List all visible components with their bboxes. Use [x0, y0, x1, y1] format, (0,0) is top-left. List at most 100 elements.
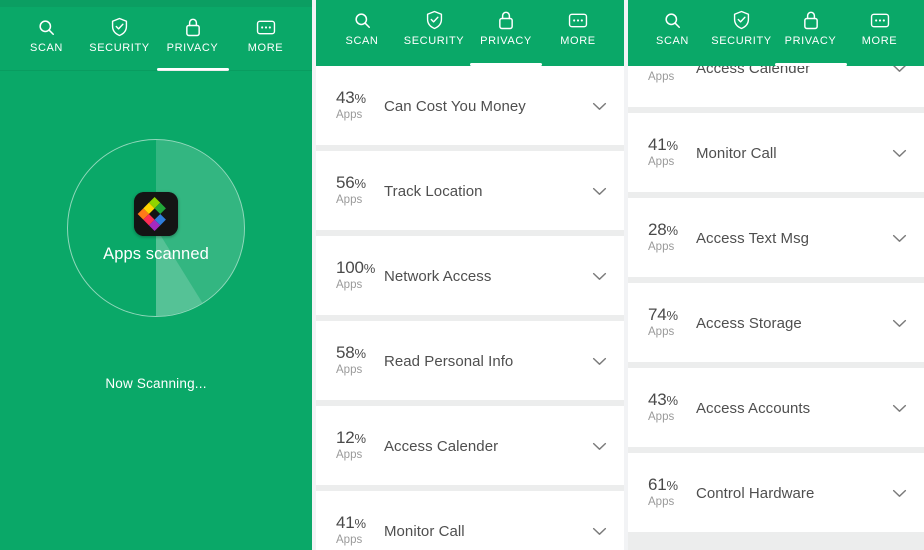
permission-card[interactable]: 43% Apps Access Accounts [628, 368, 924, 447]
tab-scan-label: SCAN [30, 42, 63, 54]
tab-more[interactable]: MORE [845, 9, 914, 66]
permission-card[interactable]: 28% Apps Access Text Msg [628, 198, 924, 277]
permission-title: Monitor Call [384, 523, 465, 540]
tab-bar-1: SCAN SECURITY PRIVACY MORE [0, 7, 312, 71]
percent-block: 74% Apps [628, 306, 694, 339]
permission-card[interactable]: 12% Apps Access Calender [628, 66, 924, 107]
tab-security[interactable]: SECURITY [83, 16, 156, 71]
permission-title: Network Access [384, 268, 492, 285]
percent-value: 28% [648, 220, 678, 240]
chevron-down-icon[interactable] [588, 185, 610, 196]
tab-privacy[interactable]: PRIVACY [470, 9, 542, 66]
tab-privacy-label: PRIVACY [480, 35, 532, 47]
chevron-down-icon[interactable] [588, 270, 610, 281]
screen-permission-list: SCAN SECURITY PRIVACY MORE 43% Apps Can … [316, 0, 624, 550]
percent-unit-label: Apps [336, 449, 363, 462]
permission-card[interactable]: 100% Apps Network Access [316, 236, 624, 315]
percent-value: 43% [648, 390, 678, 410]
permission-card[interactable]: 41% Apps Monitor Call [628, 113, 924, 192]
percent-unit-label: Apps [648, 156, 675, 169]
percent-unit-label: Apps [336, 109, 363, 122]
tab-scan-label: SCAN [345, 35, 379, 47]
tab-security[interactable]: SECURITY [707, 9, 776, 66]
tab-more[interactable]: MORE [229, 16, 302, 71]
dial-label: Apps scanned [103, 245, 209, 263]
permission-card[interactable]: 41% Apps Monitor Call [316, 491, 624, 550]
chevron-down-icon[interactable] [888, 317, 910, 328]
more-dots-icon [256, 16, 276, 38]
percent-value: 12% [648, 66, 678, 68]
scan-progress-dial: Apps scanned [67, 139, 245, 317]
tab-security-label: SECURITY [403, 35, 465, 47]
percent-unit-label: Apps [648, 496, 675, 509]
permission-card-list[interactable]: 12%AppsAccess Calender41%AppsMonitor Cal… [628, 66, 924, 550]
chevron-down-icon[interactable] [888, 487, 910, 498]
lock-icon [802, 9, 820, 31]
tab-scan[interactable]: SCAN [10, 16, 83, 71]
shield-check-icon [425, 9, 444, 31]
percent-block: 100% Apps [316, 259, 382, 292]
percent-value: 56% [336, 173, 366, 193]
chevron-down-icon[interactable] [588, 355, 610, 366]
permission-card[interactable]: 12%AppsAccess Calender [316, 406, 624, 485]
chevron-down-icon[interactable] [888, 66, 910, 73]
chevron-down-icon[interactable] [888, 232, 910, 243]
tab-privacy[interactable]: PRIVACY [774, 9, 847, 66]
permission-title: Access Accounts [696, 400, 811, 417]
permission-title: Access Calender [384, 438, 499, 455]
tab-privacy[interactable]: PRIVACY [156, 16, 229, 71]
permission-title: Access Calender [696, 66, 811, 77]
lock-icon [497, 9, 515, 31]
percent-block: 61% Apps [628, 476, 694, 509]
status-strip [0, 0, 312, 7]
percent-block: 58% Apps [316, 344, 382, 377]
screen-permission-list-scrolled: SCAN SECURITY PRIVACY MORE Apps Access C… [628, 0, 924, 550]
tab-scan-label: SCAN [656, 35, 689, 47]
chevron-down-icon[interactable] [888, 402, 910, 413]
tab-security-label: SECURITY [89, 42, 150, 54]
percent-unit-label: Apps [648, 241, 675, 254]
lock-icon [184, 16, 202, 38]
tab-more-label: MORE [247, 42, 284, 54]
screenshot-triptych: SCAN SECURITY PRIVACY MORE Apps scanned … [0, 0, 924, 550]
permission-card-list[interactable]: 43% Apps Can Cost You Money 56% Apps Track Lo… [316, 66, 624, 550]
more-dots-icon [568, 9, 588, 31]
tab-scan[interactable]: SCAN [638, 9, 707, 66]
percent-value: 58% [336, 343, 366, 363]
scan-body: Apps scanned Now Scanning... [0, 71, 312, 550]
percent-value: 41% [336, 513, 366, 533]
tab-more[interactable]: MORE [542, 9, 614, 66]
percent-unit-label: Apps [336, 364, 363, 377]
percent-value: 12% [336, 428, 366, 448]
permission-card[interactable]: 43% Apps Can Cost You Money [316, 66, 624, 145]
chevron-down-icon[interactable] [888, 147, 910, 158]
percent-value: 43% [336, 88, 366, 108]
permission-card[interactable]: 61% Apps Control Hardware [628, 453, 924, 532]
permission-card[interactable]: 56% Apps Track Location [316, 151, 624, 230]
percent-unit-label: Apps [648, 71, 675, 84]
search-icon [663, 9, 682, 31]
permission-title: Access Text Msg [696, 230, 810, 247]
percent-unit-label: Apps [336, 534, 363, 547]
percent-value: 100% [336, 258, 376, 278]
tab-more-label: MORE [861, 35, 898, 47]
percent-block: 12% Apps [628, 66, 694, 84]
more-dots-icon [870, 9, 890, 31]
permission-card[interactable]: 74% Apps Access Storage [628, 283, 924, 362]
permission-title: Monitor Call [696, 145, 777, 162]
percent-block: 43% Apps [628, 391, 694, 424]
percent-block: 28% Apps [628, 221, 694, 254]
tab-scan[interactable]: SCAN [326, 9, 398, 66]
chevron-down-icon[interactable] [588, 440, 610, 451]
shield-check-icon [732, 9, 751, 31]
tab-security[interactable]: SECURITY [398, 9, 470, 66]
permission-card[interactable]: 58% Apps Read Personal Info [316, 321, 624, 400]
screen-scanning: SCAN SECURITY PRIVACY MORE Apps scanned … [0, 0, 312, 550]
scan-status-text: Now Scanning... [105, 376, 207, 391]
percent-block: 12%Apps [316, 429, 382, 462]
permission-title: Track Location [384, 183, 483, 200]
chevron-down-icon[interactable] [588, 100, 610, 111]
permission-title: Read Personal Info [384, 353, 514, 370]
search-icon [353, 9, 372, 31]
chevron-down-icon[interactable] [588, 525, 610, 536]
